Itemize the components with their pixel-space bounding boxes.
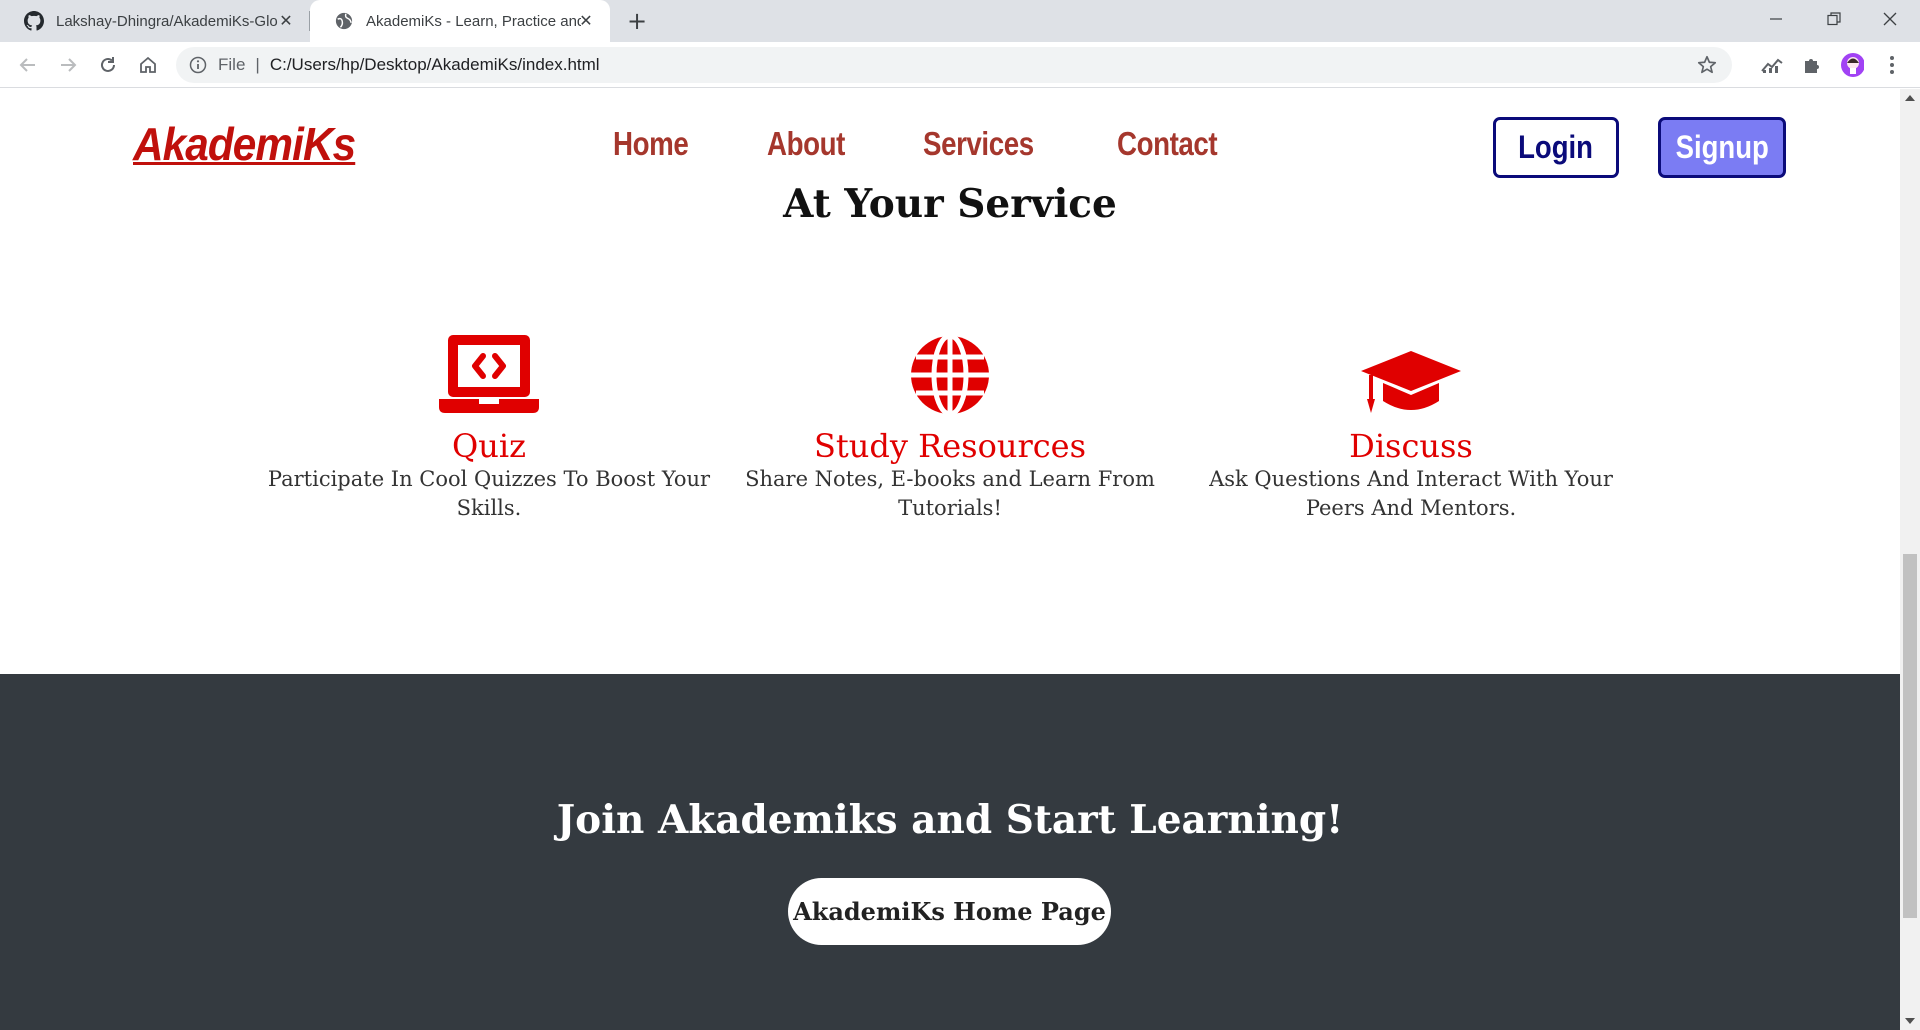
- url-divider: |: [255, 55, 260, 74]
- performance-extension-icon[interactable]: [1760, 53, 1784, 77]
- nav-services[interactable]: Services: [923, 125, 1034, 163]
- new-tab-plus-icon[interactable]: +: [624, 8, 650, 34]
- service-card-discuss: Discuss Ask Questions And Interact With …: [1181, 325, 1641, 523]
- window-close-icon[interactable]: [1862, 0, 1918, 38]
- service-title: Quiz: [452, 427, 526, 465]
- service-description-line: Peers And Mentors.: [1305, 496, 1517, 520]
- nav-about[interactable]: About: [767, 125, 845, 163]
- tab-github[interactable]: Lakshay-Dhingra/AkademiKs-Glo ✕: [0, 0, 310, 42]
- extensions-puzzle-icon[interactable]: [1800, 53, 1824, 77]
- laptop-code-icon: [439, 335, 539, 413]
- forward-arrow-icon[interactable]: [54, 51, 82, 79]
- tab-akademiks[interactable]: AkademiKs - Learn, Practice and ✕: [310, 0, 610, 42]
- scroll-down-arrow-icon[interactable]: [1905, 1018, 1915, 1024]
- restore-icon[interactable]: [1806, 0, 1862, 38]
- browser-toolbar: File | C:/Users/hp/Desktop/AkademiKs/ind…: [0, 42, 1920, 88]
- home-icon[interactable]: [134, 51, 162, 79]
- webpage-viewport: AkademiKs Home About Services Contact Lo…: [0, 89, 1900, 1030]
- signup-label: Signup: [1675, 129, 1769, 165]
- service-card-study-resources: Study Resources Share Notes, E-books and…: [720, 325, 1180, 523]
- service-description-line: Ask Questions And Interact With Your: [1209, 467, 1613, 491]
- scrollbar-thumb[interactable]: [1903, 554, 1917, 918]
- login-button[interactable]: Login: [1493, 117, 1619, 178]
- service-card-quiz: Quiz Participate In Cool Quizzes To Boos…: [259, 325, 719, 523]
- github-icon: [24, 11, 44, 31]
- home-page-button[interactable]: AkademiKs Home Page: [788, 878, 1111, 945]
- join-heading: Join Akademiks and Start Learning!: [556, 797, 1344, 843]
- signup-button[interactable]: Signup: [1658, 117, 1786, 178]
- nav-contact[interactable]: Contact: [1117, 125, 1218, 163]
- nav-home[interactable]: Home: [613, 125, 689, 163]
- globe-favicon-icon: [334, 11, 354, 31]
- page-scrollbar[interactable]: [1900, 89, 1920, 1030]
- tab-title: Lakshay-Dhingra/AkademiKs-Glo: [56, 12, 278, 30]
- address-bar[interactable]: File | C:/Users/hp/Desktop/AkademiKs/ind…: [176, 47, 1732, 83]
- service-description-line: Share Notes, E-books and Learn From: [745, 467, 1155, 491]
- profile-avatar-icon[interactable]: [1840, 53, 1864, 77]
- tab-title: AkademiKs - Learn, Practice and: [366, 12, 581, 30]
- reload-icon[interactable]: [94, 51, 122, 79]
- graduation-cap-icon: [1361, 351, 1461, 413]
- minimize-icon[interactable]: [1748, 0, 1804, 38]
- close-tab-icon[interactable]: ✕: [276, 11, 296, 31]
- service-title: Discuss: [1349, 427, 1473, 465]
- join-cta-section: Join Akademiks and Start Learning! Akade…: [0, 674, 1900, 1030]
- scroll-up-arrow-icon[interactable]: [1905, 95, 1915, 101]
- service-description-line: Participate In Cool Quizzes To Boost You…: [267, 467, 711, 491]
- url-scheme: File: [218, 55, 246, 74]
- browser-tab-strip: Lakshay-Dhingra/AkademiKs-Glo ✕ AkademiK…: [0, 0, 1920, 42]
- site-logo[interactable]: AkademiKs: [133, 117, 356, 171]
- service-title: Study Resources: [813, 427, 1087, 465]
- services-heading: At Your Service: [783, 181, 1117, 227]
- url-text: C:/Users/hp/Desktop/AkademiKs/index.html: [269, 55, 600, 74]
- globe-icon: [911, 335, 989, 415]
- login-label: Login: [1518, 129, 1594, 165]
- service-description-line: Skills.: [456, 496, 522, 520]
- service-description-line: Tutorials!: [898, 496, 1002, 520]
- bookmark-star-icon[interactable]: [1696, 54, 1718, 76]
- info-icon[interactable]: [188, 55, 208, 75]
- close-tab-icon[interactable]: ✕: [576, 11, 596, 31]
- browser-menu-icon[interactable]: [1880, 53, 1904, 77]
- back-arrow-icon[interactable]: [14, 51, 42, 79]
